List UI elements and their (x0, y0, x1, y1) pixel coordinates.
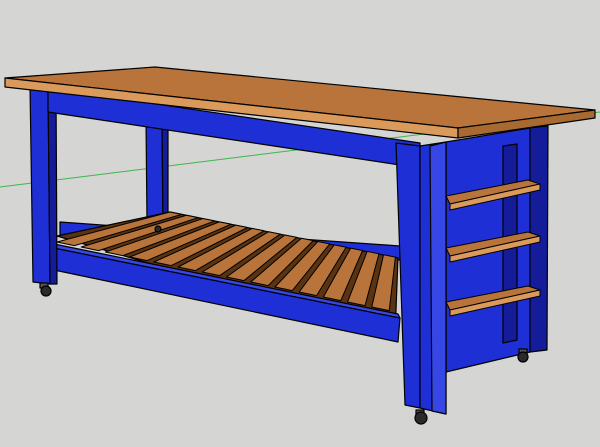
modeling-viewport[interactable] (0, 0, 600, 447)
caster-back-right (517, 348, 529, 363)
back-left-leg (145, 119, 164, 227)
workbench-3d-model (0, 66, 600, 425)
back-left-leg-side (161, 119, 169, 227)
caster-front-left (39, 282, 52, 297)
caster-back-left (154, 225, 162, 233)
front-left-leg-side (47, 85, 58, 285)
workbench-frame (4, 66, 596, 425)
front-right-leg (395, 142, 421, 409)
front-left-leg (29, 85, 51, 285)
front-right-leg-edge (429, 141, 447, 415)
caster-front-right (414, 409, 428, 425)
